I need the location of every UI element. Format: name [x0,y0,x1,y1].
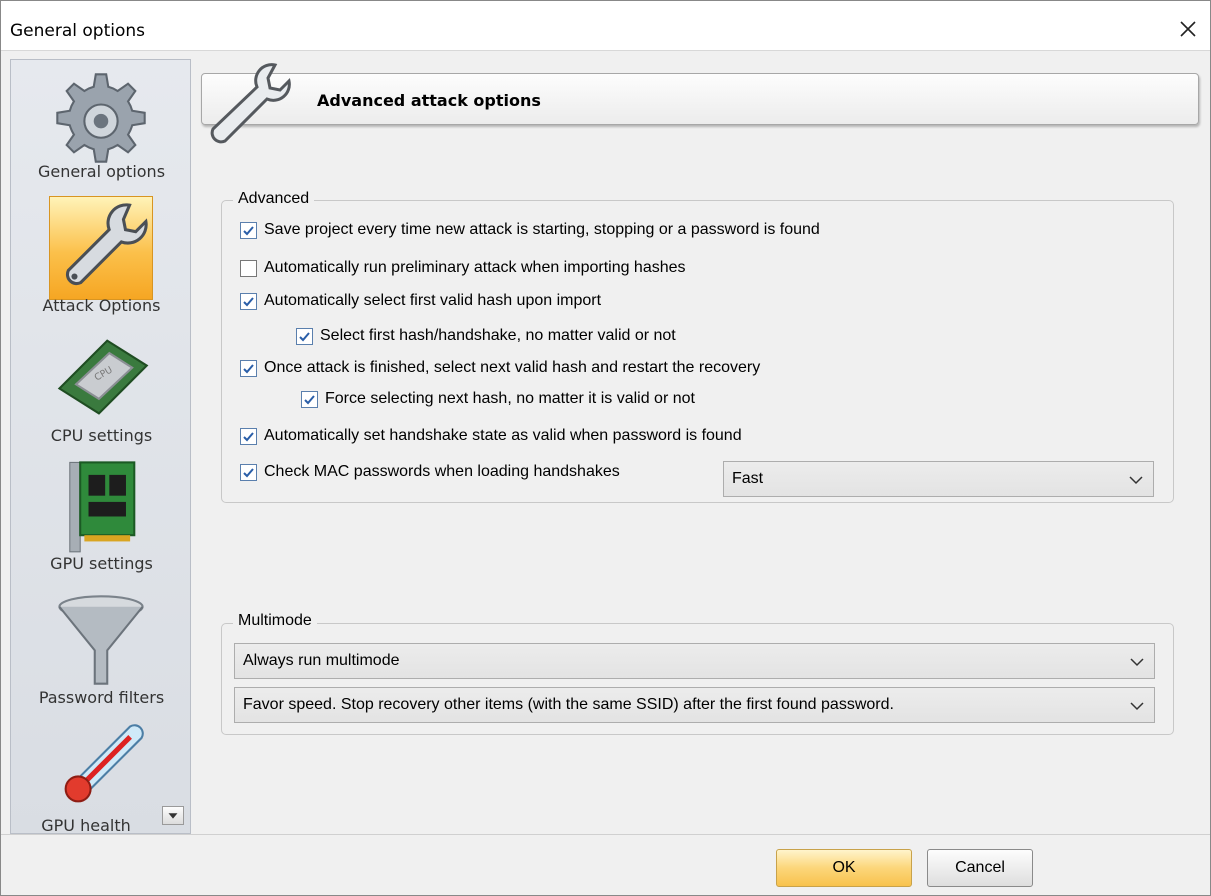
sidebar-item-label: CPU settings [50,426,153,445]
checkbox-box[interactable] [240,292,257,310]
select-value: Favor speed. Stop recovery other items (… [243,696,894,713]
checkbox-label: Check MAC passwords when loading handsha… [264,463,620,480]
checkbox-box[interactable] [301,390,318,408]
checkbox-label: Automatically run preliminary attack whe… [264,259,686,276]
ok-button[interactable]: OK [776,849,912,887]
gear-icon [49,66,153,170]
section-title: Advanced attack options [317,91,541,110]
checkmark-icon [304,394,315,404]
cancel-button[interactable]: Cancel [927,849,1033,887]
footer-divider [1,834,1210,835]
checkbox-box[interactable] [240,259,257,277]
sidebar-item-gpu-settings[interactable]: GPU settings [11,452,190,580]
sidebar-item-general-options[interactable]: General options [11,60,190,190]
select-value: Fast [732,470,764,487]
mac-mode-select[interactable]: Fast [723,461,1154,497]
wrench-icon [49,196,153,300]
checkbox-label: Force selecting next hash, no matter it … [325,390,695,407]
sidebar-item-label: General options [37,162,166,181]
force-select-next-hash-checkbox[interactable]: Force selecting next hash, no matter it … [301,390,695,408]
checkmark-icon [299,331,310,341]
close-button[interactable] [1170,11,1206,47]
checkmark-icon [243,225,254,235]
checkmark-icon [243,296,254,306]
checkbox-box[interactable] [296,327,313,345]
check-mac-passwords-checkbox[interactable]: Check MAC passwords when loading handsha… [240,463,620,481]
dialog-window: General options General options Attack O… [0,0,1211,896]
checkbox-label: Select first hash/handshake, no matter v… [320,327,676,344]
sidebar-item-cpu-settings[interactable]: CPU CPU settings [11,322,190,450]
multimode-mode-select[interactable]: Always run multimode [234,643,1155,679]
checkbox-box[interactable] [240,427,257,445]
title-bar: General options [1,1,1210,51]
checkbox-label: Once attack is finished, select next val… [264,359,761,376]
sidebar: General options Attack Options CPU CPU s… [10,59,191,834]
checkbox-label: Save project every time new attack is st… [264,221,820,238]
handshake-valid-checkbox[interactable]: Automatically set handshake state as val… [240,427,742,445]
checkmark-icon [243,467,254,477]
checkmark-icon [243,431,254,441]
sidebar-item-label: GPU settings [50,554,153,573]
sidebar-item-label: Attack Options [42,296,161,315]
cpu-chip-icon: CPU [49,324,153,428]
sidebar-scroll-down-button[interactable] [162,806,184,825]
close-icon [1180,21,1196,37]
advanced-groupbox [221,200,1174,503]
gpu-card-icon [49,452,153,556]
sidebar-item-label: Password filters [38,688,165,707]
checkbox-label: Automatically select first valid hash up… [264,292,602,309]
wrench-icon [201,59,293,155]
funnel-icon [49,588,153,692]
multimode-strategy-select[interactable]: Favor speed. Stop recovery other items (… [234,687,1155,723]
select-first-valid-hash-checkbox[interactable]: Automatically select first valid hash up… [240,292,601,310]
window-title: General options [10,21,146,41]
multimode-legend: Multimode [233,612,317,630]
select-first-hash-any-checkbox[interactable]: Select first hash/handshake, no matter v… [296,327,676,345]
chevron-down-icon [1129,473,1143,485]
chevron-down-icon [1130,699,1144,711]
checkmark-icon [243,363,254,373]
advanced-legend: Advanced [233,190,315,208]
thermometer-icon [49,714,153,818]
select-next-valid-hash-checkbox[interactable]: Once attack is finished, select next val… [240,359,760,377]
sidebar-item-label: GPU health [41,816,131,834]
save-project-checkbox[interactable]: Save project every time new attack is st… [240,221,820,239]
triangle-down-icon [168,813,178,819]
sidebar-item-attack-options[interactable]: Attack Options [11,192,190,320]
chevron-down-icon [1130,655,1144,667]
select-value: Always run multimode [243,652,400,669]
checkbox-box[interactable] [240,359,257,377]
sidebar-item-password-filters[interactable]: Password filters [11,584,190,712]
checkbox-box[interactable] [240,463,257,481]
checkbox-label: Automatically set handshake state as val… [264,427,742,444]
checkbox-box[interactable] [240,221,257,239]
preliminary-attack-checkbox[interactable]: Automatically run preliminary attack whe… [240,259,686,277]
